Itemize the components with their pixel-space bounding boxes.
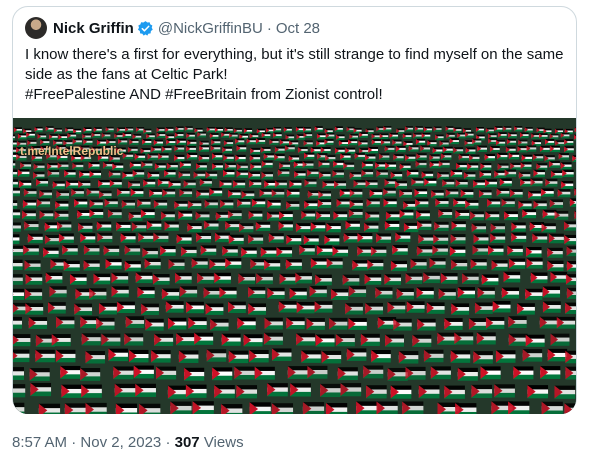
- quoted-tweet-card[interactable]: Nick Griffin @NickGriffinBU · Oct 28 I k…: [12, 6, 577, 414]
- tweet-text: I know there's a first for everything, b…: [25, 46, 564, 103]
- verified-badge-icon: [137, 20, 153, 36]
- footer-separator: ·: [161, 434, 175, 451]
- author-name[interactable]: Nick Griffin: [53, 20, 134, 37]
- tweet-full-date[interactable]: Nov 2, 2023: [80, 434, 161, 451]
- footer-separator: ·: [67, 434, 81, 451]
- tweet-time[interactable]: 8:57 AM: [12, 434, 67, 451]
- crowd-flags-image: [13, 118, 576, 414]
- author-handle[interactable]: @NickGriffinBU: [158, 20, 263, 37]
- tweet-media-image[interactable]: t.me/IntelRepublic: [13, 118, 576, 414]
- header-separator: ·: [266, 19, 272, 37]
- views-count: 307: [174, 434, 200, 451]
- media-watermark: t.me/IntelRepublic: [20, 144, 124, 158]
- tweet-meta-footer: 8:57 AM · Nov 2, 2023 · 307 Views: [12, 434, 244, 451]
- views-label: Views: [199, 434, 244, 451]
- tweet-header: Nick Griffin @NickGriffinBU · Oct 28: [25, 17, 320, 39]
- tweet-date[interactable]: Oct 28: [276, 20, 320, 37]
- avatar[interactable]: [25, 17, 47, 39]
